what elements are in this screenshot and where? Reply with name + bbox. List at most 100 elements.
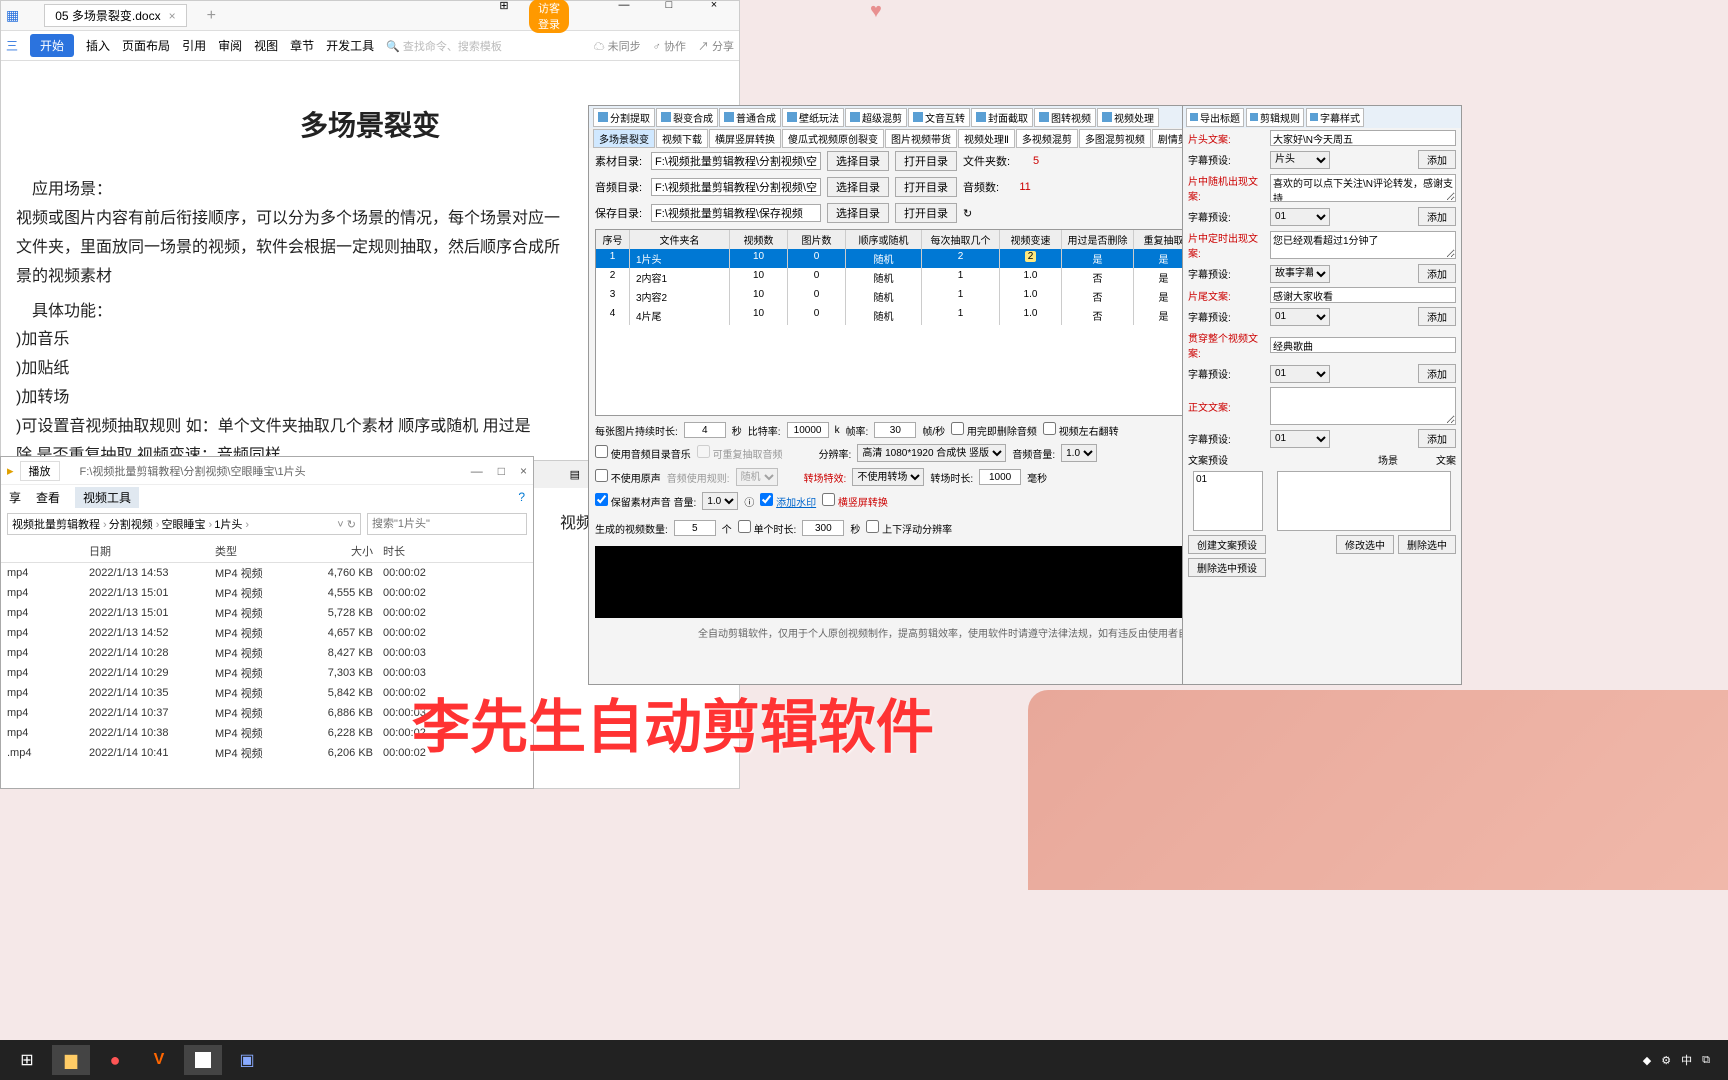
tray-icon[interactable]: ◆ bbox=[1643, 1054, 1651, 1067]
cb-flip-video[interactable]: 视频左右翻转 bbox=[1043, 422, 1119, 438]
app-square-icon[interactable] bbox=[184, 1045, 222, 1075]
ribbon-insert[interactable]: 插入 bbox=[86, 37, 110, 54]
editor-sub-tab[interactable]: 多图混剪视频 bbox=[1079, 129, 1151, 148]
fexp-play-tab[interactable]: 播放 bbox=[20, 461, 60, 481]
close-button[interactable]: × bbox=[694, 0, 734, 33]
input-gen-count[interactable] bbox=[674, 520, 716, 536]
share-label[interactable]: ↗ 分享 bbox=[698, 38, 734, 54]
input-through-text[interactable] bbox=[1270, 337, 1456, 353]
fexp-videotools[interactable]: 视频工具 bbox=[75, 487, 139, 508]
editor-top-tab[interactable]: 封面截取 bbox=[971, 108, 1033, 127]
editor-sub-tab[interactable]: 图片视频带货 bbox=[885, 129, 957, 148]
rpanel-tab[interactable]: 导出标题 bbox=[1186, 108, 1244, 127]
btn-add6[interactable]: 添加 bbox=[1418, 429, 1456, 448]
btn-add4[interactable]: 添加 bbox=[1418, 307, 1456, 326]
btn-open-save[interactable]: 打开目录 bbox=[895, 203, 957, 223]
select-audio-vol[interactable]: 1.0 bbox=[1061, 444, 1097, 462]
app-v-icon[interactable]: V bbox=[140, 1045, 178, 1075]
input-tail-text[interactable] bbox=[1270, 287, 1456, 303]
input-save[interactable] bbox=[651, 204, 821, 222]
explorer-icon[interactable]: ▆ bbox=[52, 1045, 90, 1075]
input-random-text[interactable]: 喜欢的可以点下关注\N评论转发，感谢支持 bbox=[1270, 174, 1456, 202]
fexp-minimize[interactable]: — bbox=[471, 464, 483, 478]
editor-top-tab[interactable]: 裂变合成 bbox=[656, 108, 718, 127]
ribbon-dev[interactable]: 开发工具 bbox=[326, 37, 374, 54]
fexp-maximize[interactable]: □ bbox=[498, 464, 505, 478]
file-row[interactable]: mp42022/1/13 14:53MP4 视频4,760 KB00:00:02 bbox=[1, 563, 533, 583]
fexp-help-icon[interactable]: ? bbox=[518, 490, 525, 504]
cb-single-duration[interactable]: 单个时长: bbox=[738, 520, 797, 536]
editor-top-tab[interactable]: 壁纸玩法 bbox=[782, 108, 844, 127]
editor-sub-tab[interactable]: 多视频混剪 bbox=[1016, 129, 1078, 148]
select-source-vol[interactable]: 1.0 bbox=[702, 492, 738, 510]
editor-top-tab[interactable]: 图转视频 bbox=[1034, 108, 1096, 127]
select-transition[interactable]: 不使用转场 bbox=[852, 468, 924, 486]
sel-pre4[interactable]: 01 bbox=[1270, 308, 1330, 326]
btn-select-aud[interactable]: 选择目录 bbox=[827, 177, 889, 197]
btn-add5[interactable]: 添加 bbox=[1418, 364, 1456, 383]
btn-add1[interactable]: 添加 bbox=[1418, 150, 1456, 169]
input-fps[interactable] bbox=[874, 422, 916, 438]
input-imgdur[interactable] bbox=[684, 422, 726, 438]
editor-top-tab[interactable]: 普通合成 bbox=[719, 108, 781, 127]
cb-watermark[interactable]: 添加水印 bbox=[760, 493, 816, 509]
file-row[interactable]: mp42022/1/13 15:01MP4 视频5,728 KB00:00:02 bbox=[1, 603, 533, 623]
editor-top-tab[interactable]: 超级混剪 bbox=[845, 108, 907, 127]
editor-sub-tab[interactable]: 横屏竖屏转换 bbox=[709, 129, 781, 148]
input-trans-duration[interactable] bbox=[979, 469, 1021, 485]
grid-icon[interactable]: ⊞ bbox=[484, 0, 524, 33]
editor-sub-tab[interactable]: 视频下载 bbox=[656, 129, 708, 148]
cb-orientation[interactable]: 横竖屏转换 bbox=[822, 493, 888, 509]
editor-sub-tab[interactable]: 视频处理Ⅱ bbox=[958, 129, 1015, 148]
rpanel-tab[interactable]: 剪辑规则 bbox=[1246, 108, 1304, 127]
view-icon[interactable]: ▤ bbox=[570, 468, 580, 481]
sel-pre6[interactable]: 01 bbox=[1270, 430, 1330, 448]
app-misc-icon[interactable]: ▣ bbox=[228, 1045, 266, 1075]
cb-float-res[interactable]: 上下浮动分辨率 bbox=[866, 520, 952, 536]
editor-sub-tab[interactable]: 多场景裂变 bbox=[593, 129, 655, 148]
col-type[interactable]: 类型 bbox=[215, 543, 311, 559]
btn-add2[interactable]: 添加 bbox=[1418, 207, 1456, 226]
ribbon-layout[interactable]: 页面布局 bbox=[122, 37, 170, 54]
sel-pre5[interactable]: 01 bbox=[1270, 365, 1330, 383]
col-size[interactable]: 大小 bbox=[311, 543, 383, 559]
btn-delete-preset[interactable]: 删除选中预设 bbox=[1188, 558, 1266, 577]
doc-tab[interactable]: 05 多场景裂变.docx× bbox=[44, 4, 186, 27]
btn-add3[interactable]: 添加 bbox=[1418, 264, 1456, 283]
tray-network-icon[interactable]: ⧉ bbox=[1702, 1054, 1710, 1067]
record-icon[interactable]: ● bbox=[96, 1045, 134, 1075]
tray-icon2[interactable]: ⚙ bbox=[1661, 1054, 1671, 1067]
editor-top-tab[interactable]: 分割提取 bbox=[593, 108, 655, 127]
btn-open-aud[interactable]: 打开目录 bbox=[895, 177, 957, 197]
ribbon-review[interactable]: 审阅 bbox=[218, 37, 242, 54]
select-resolution[interactable]: 高清 1080*1920 合成快 竖版 bbox=[857, 444, 1006, 462]
col-date[interactable]: 日期 bbox=[89, 543, 215, 559]
minimize-button[interactable]: — bbox=[604, 0, 644, 33]
input-aud[interactable] bbox=[651, 178, 821, 196]
input-timed-text[interactable]: 您已经观看超过1分钟了 bbox=[1270, 231, 1456, 259]
btn-select-save[interactable]: 选择目录 bbox=[827, 203, 889, 223]
fexp-close[interactable]: × bbox=[520, 464, 527, 478]
menu-icon[interactable]: 三 bbox=[6, 37, 18, 54]
sel-pre2[interactable]: 01 bbox=[1270, 208, 1330, 226]
btn-delete-sel[interactable]: 删除选中 bbox=[1398, 535, 1456, 554]
btn-modify-sel[interactable]: 修改选中 bbox=[1336, 535, 1394, 554]
btn-open-src[interactable]: 打开目录 bbox=[895, 151, 957, 171]
cb-no-original[interactable]: 不使用原声 bbox=[595, 469, 661, 485]
new-tab-button[interactable]: + bbox=[207, 7, 216, 25]
sel-pre3[interactable]: 故事字幕 bbox=[1270, 265, 1330, 283]
ribbon-ref[interactable]: 引用 bbox=[182, 37, 206, 54]
editor-top-tab[interactable]: 视频处理 bbox=[1097, 108, 1159, 127]
file-row[interactable]: mp42022/1/13 15:01MP4 视频4,555 KB00:00:02 bbox=[1, 583, 533, 603]
cb-use-audio-dir[interactable]: 使用音频目录音乐 bbox=[595, 445, 691, 461]
btn-create-preset[interactable]: 创建文案预设 bbox=[1188, 535, 1266, 554]
rpanel-tab[interactable]: 字幕样式 bbox=[1306, 108, 1364, 127]
sync-label[interactable]: ☁ 未同步 bbox=[594, 38, 641, 54]
tray-ime[interactable]: 中 bbox=[1681, 1052, 1692, 1068]
sel-pre1[interactable]: 片头 bbox=[1270, 151, 1330, 169]
maximize-button[interactable]: □ bbox=[649, 0, 689, 33]
ribbon-view[interactable]: 视图 bbox=[254, 37, 278, 54]
col-duration[interactable]: 时长 bbox=[383, 543, 463, 559]
taskview-icon[interactable]: ⊞ bbox=[8, 1045, 46, 1075]
search-command[interactable]: 🔍 查找命令、搜索模板 bbox=[386, 38, 502, 54]
